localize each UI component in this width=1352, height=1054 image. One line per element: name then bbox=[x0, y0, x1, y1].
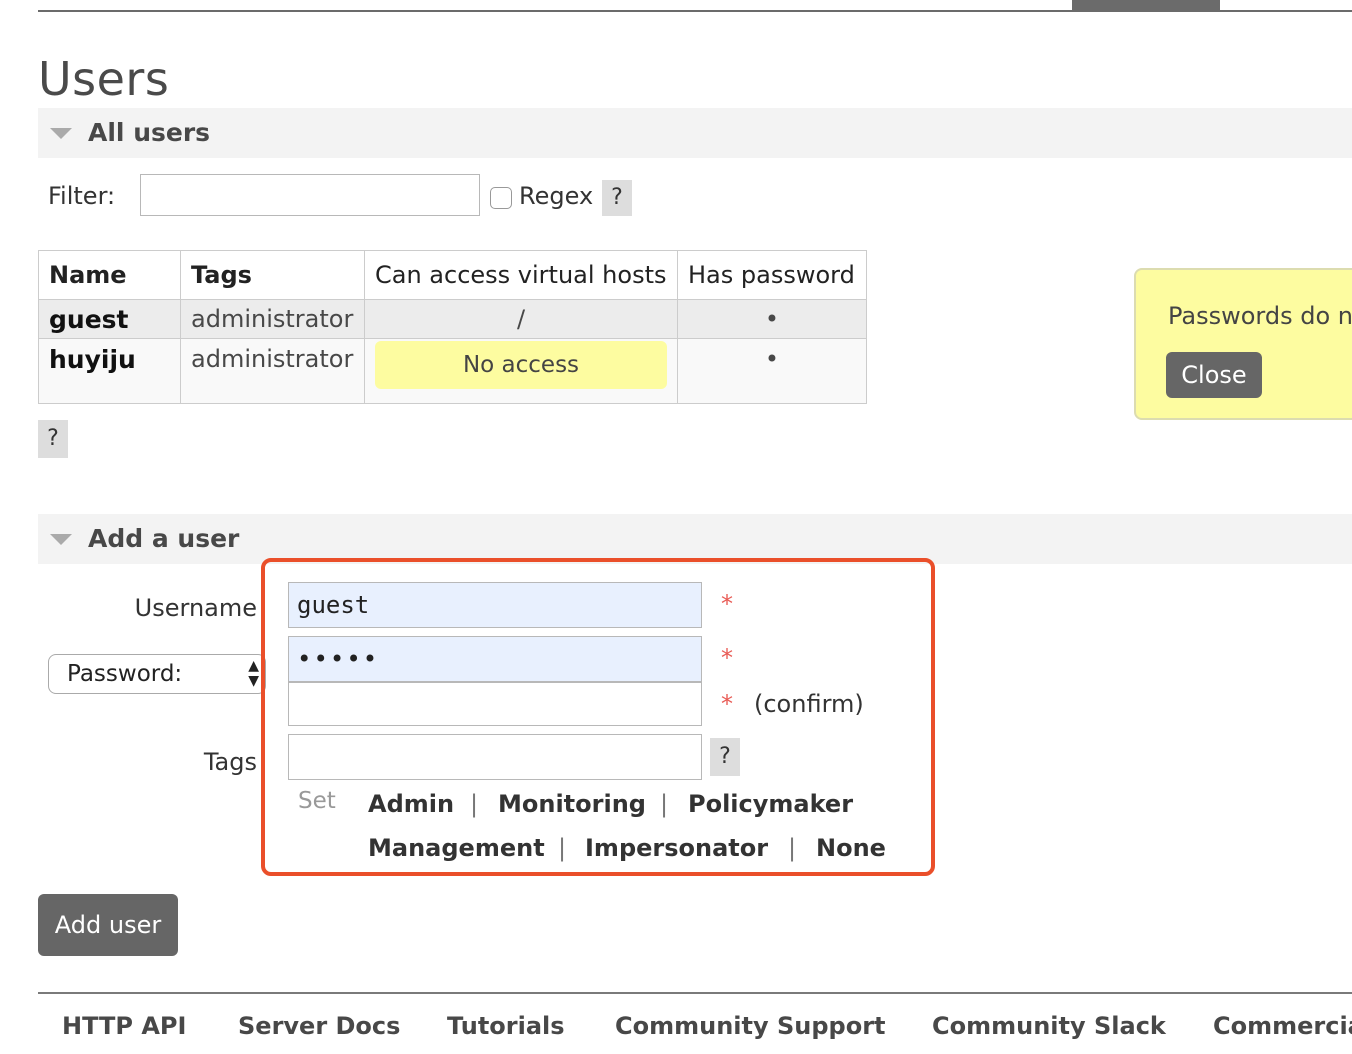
user-name-link[interactable]: guest bbox=[38, 299, 181, 339]
user-vhosts: / bbox=[364, 299, 678, 339]
table-header-row: Name Tags Can access virtual hosts Has p… bbox=[38, 250, 867, 300]
column-header-vhosts: Can access virtual hosts bbox=[364, 250, 678, 300]
user-name-link[interactable]: huyiju bbox=[38, 338, 181, 404]
filter-input[interactable] bbox=[140, 174, 480, 216]
column-header-tags[interactable]: Tags bbox=[180, 250, 365, 300]
all-users-section-title: All users bbox=[88, 118, 211, 147]
active-tab-indicator bbox=[1072, 0, 1220, 10]
user-tags: administrator bbox=[180, 338, 365, 404]
column-header-has-password: Has password bbox=[677, 250, 867, 300]
password-notice-box: Passwords do n Close bbox=[1134, 268, 1352, 420]
close-button[interactable]: Close bbox=[1166, 352, 1262, 398]
password-select-value: Password: bbox=[67, 661, 183, 687]
user-tags: administrator bbox=[180, 299, 365, 339]
no-access-badge: No access bbox=[375, 341, 667, 389]
table-help-button[interactable]: ? bbox=[38, 420, 68, 458]
all-users-section-header[interactable]: All users bbox=[38, 108, 1352, 158]
tags-label: Tags bbox=[203, 748, 257, 776]
has-password-indicator: • bbox=[677, 338, 867, 404]
add-user-section-header[interactable]: Add a user bbox=[38, 514, 1352, 564]
highlight-outline bbox=[261, 558, 935, 876]
password-type-select[interactable]: Password: ▲ ▼ bbox=[48, 654, 266, 694]
select-arrows-icon: ▲ ▼ bbox=[248, 658, 259, 689]
notice-message: Passwords do n bbox=[1168, 302, 1352, 330]
footer-link-tutorials[interactable]: Tutorials bbox=[447, 1012, 565, 1040]
footer-link-server-docs[interactable]: Server Docs bbox=[238, 1012, 400, 1040]
footer-divider bbox=[38, 992, 1352, 994]
collapse-triangle-icon bbox=[50, 534, 72, 545]
footer-link-community-support[interactable]: Community Support bbox=[615, 1012, 886, 1040]
collapse-triangle-icon bbox=[50, 128, 72, 139]
add-user-button[interactable]: Add user bbox=[38, 894, 178, 956]
footer-link-commercial[interactable]: Commercial bbox=[1213, 1012, 1352, 1040]
users-table: Name Tags Can access virtual hosts Has p… bbox=[38, 250, 867, 404]
username-label: Username bbox=[134, 594, 257, 622]
top-divider bbox=[38, 10, 1352, 12]
filter-help-button[interactable]: ? bbox=[602, 180, 632, 216]
add-user-section-title: Add a user bbox=[88, 524, 240, 553]
filter-label: Filter: bbox=[48, 182, 116, 210]
footer-link-http-api[interactable]: HTTP API bbox=[62, 1012, 186, 1040]
table-row: guest administrator / • bbox=[38, 299, 867, 339]
table-row: huyiju administrator No access • bbox=[38, 338, 867, 404]
user-vhosts-cell: No access bbox=[364, 338, 678, 404]
has-password-indicator: • bbox=[677, 299, 867, 339]
regex-checkbox[interactable] bbox=[490, 187, 512, 209]
footer-link-community-slack[interactable]: Community Slack bbox=[932, 1012, 1166, 1040]
page-title: Users bbox=[38, 52, 170, 106]
regex-label: Regex bbox=[519, 182, 594, 210]
column-header-name[interactable]: Name bbox=[38, 250, 181, 300]
